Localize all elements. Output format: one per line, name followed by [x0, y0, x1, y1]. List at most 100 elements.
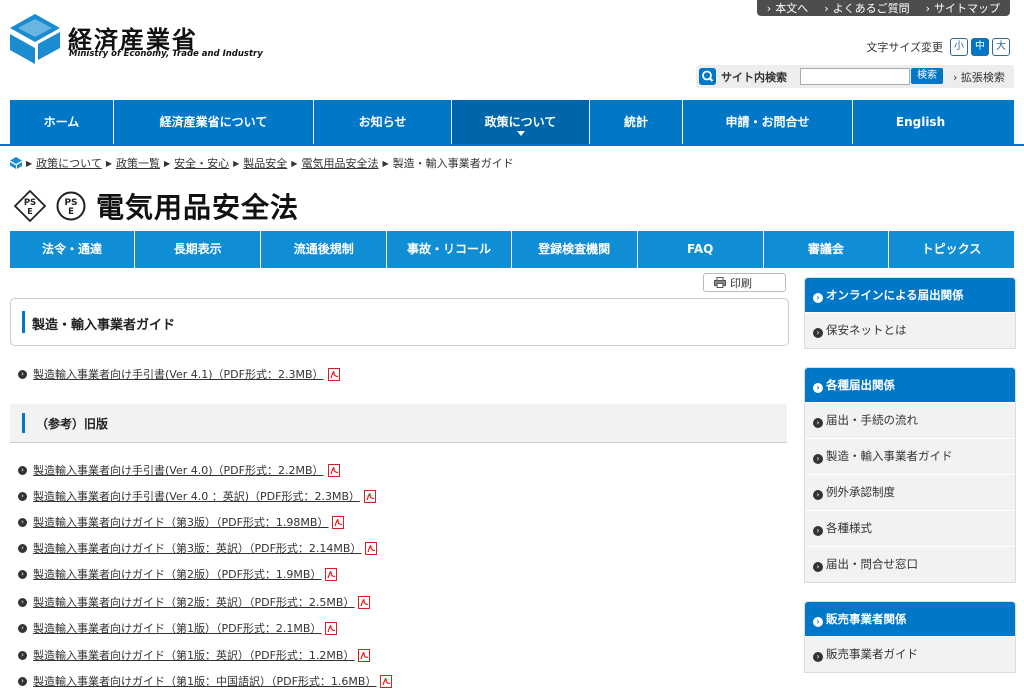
sub-nav: 法令・通達 長期表示 流通後規制 事故・リコール 登録検査機関 FAQ 審議会 … [10, 231, 1014, 268]
doc-link-old[interactable]: › 製造輸入事業者向けガイド（第1版）（PDF形式：2.1MB） [18, 620, 338, 636]
pdf-icon [364, 489, 376, 503]
subnav-topics[interactable]: トピックス [889, 231, 1014, 268]
sidebar-item[interactable]: › 販売事業者ガイド [805, 636, 1015, 672]
doc-link-text[interactable]: 製造輸入事業者向けガイド（第2版）（PDF形式：1.9MB） [33, 566, 321, 582]
sidebar-item-label: 販売事業者ガイド [826, 647, 918, 661]
doc-link-old[interactable]: › 製造輸入事業者向けガイド（第3版）（PDF形式：1.98MB） [18, 514, 345, 530]
breadcrumb: ▶ 政策について ▶ 政策一覧 ▶ 安全・安心 ▶ 製品安全 ▶ 電気用品安全法… [10, 155, 514, 171]
sidebar-item-label: 保安ネットとは [826, 323, 907, 337]
nav-policy[interactable]: 政策について [452, 100, 590, 145]
heading-accent-bar [22, 311, 25, 333]
sidebar-heading[interactable]: › オンラインによる届出関係 [805, 278, 1015, 312]
nav-statistics[interactable]: 統計 [590, 100, 683, 145]
doc-link-text[interactable]: 製造輸入事業者向けガイド（第3版：英訳）（PDF形式：2.14MB） [33, 540, 361, 556]
pdf-icon [365, 541, 378, 555]
pdf-icon [358, 648, 371, 662]
doc-link-old[interactable]: › 製造輸入事業者向けガイド（第2版）（PDF形式：1.9MB） [18, 566, 338, 582]
doc-link-text[interactable]: 製造輸入事業者向けガイド（第3版）（PDF形式：1.98MB） [33, 514, 328, 530]
doc-link-old[interactable]: › 製造輸入事業者向け手引書(Ver 4.0)（PDF形式：2.2MB） [18, 462, 340, 478]
subnav-accident-recall[interactable]: 事故・リコール [387, 231, 512, 268]
section-heading-text: 製造・輸入事業者ガイド [32, 318, 176, 333]
print-button[interactable]: 印刷 [703, 273, 786, 292]
nav-about[interactable]: 経済産業省について [114, 100, 314, 145]
page-title: 電気用品安全法 [96, 191, 300, 224]
sidebar-heading[interactable]: › 各種届出関係 [805, 368, 1015, 402]
sidebar-notifications-box: › 各種届出関係 › 届出・手続の流れ › 製造・輸入事業者ガイド › 例外承認制度 ›… [804, 367, 1016, 583]
pdf-icon [332, 515, 345, 529]
arrow-right-icon: › [813, 383, 823, 393]
breadcrumb-item[interactable]: 政策について [36, 155, 102, 171]
doc-link-old[interactable]: › 製造輸入事業者向け手引書(Ver 4.0 ：英訳)（PDF形式：2.3MB） [18, 488, 376, 504]
search-button[interactable]: 検索 [911, 68, 943, 84]
global-nav: ホーム 経済産業省について お知らせ 政策について 統計 申請・お問合せ Eng… [10, 100, 1014, 145]
section-heading: 製造・輸入事業者ガイド [10, 298, 789, 346]
nav-english[interactable]: English [853, 100, 988, 145]
sidebar-heading-text: 販売事業者関係 [826, 612, 907, 626]
bullet-arrow-icon: › [18, 597, 27, 607]
bullet-arrow-icon: › [18, 569, 27, 579]
site-search: サイト内検索 検索 › 拡張検索 [696, 65, 1014, 88]
sidebar-heading[interactable]: › 販売事業者関係 [805, 602, 1015, 636]
font-size-label: 文字サイズ変更 [866, 41, 943, 54]
pdf-icon [358, 595, 371, 609]
doc-link-current[interactable]: › 製造輸入事業者向け手引書(Ver 4.1)（PDF形式：2.3MB） [18, 366, 340, 382]
nav-applications[interactable]: 申請・お問合せ [683, 100, 853, 145]
sidebar-item[interactable]: › 例外承認制度 [805, 474, 1015, 510]
pse-diamond-mark-icon: PS E [14, 190, 46, 222]
doc-link-old[interactable]: › 製造輸入事業者向けガイド（第3版：英訳）（PDF形式：2.14MB） [18, 540, 378, 556]
subnav-post-distribution[interactable]: 流通後規制 [261, 231, 388, 268]
pdf-icon [380, 674, 393, 688]
heading-accent-bar [22, 413, 25, 433]
extended-search-link[interactable]: › 拡張検索 [953, 69, 1005, 85]
doc-link-old[interactable]: › 製造輸入事業者向けガイド（第2版：英訳）（PDF形式：2.5MB） [18, 594, 371, 610]
subnav-laws[interactable]: 法令・通達 [10, 231, 136, 268]
extended-search-label: 拡張検索 [960, 71, 1005, 84]
pdf-icon [325, 567, 338, 581]
subnav-inspection-bodies[interactable]: 登録検査機関 [512, 231, 638, 268]
doc-link-text[interactable]: 製造輸入事業者向けガイド（第1版：中国語訳）（PDF形式：1.6MB） [33, 673, 376, 689]
doc-link-old[interactable]: › 製造輸入事業者向けガイド（第1版：中国語訳）（PDF形式：1.6MB） [18, 673, 393, 689]
sidebar-item[interactable]: › 各種様式 [805, 510, 1015, 546]
nav-underline [0, 144, 1024, 146]
breadcrumb-separator: ▶ [233, 158, 240, 168]
doc-link-text[interactable]: 製造輸入事業者向け手引書(Ver 4.0 ：英訳)（PDF形式：2.3MB） [33, 488, 360, 504]
subnav-faq[interactable]: FAQ [638, 231, 764, 268]
breadcrumb-current: 製造・輸入事業者ガイド [392, 157, 514, 170]
search-input[interactable] [800, 68, 910, 85]
font-size-medium-button[interactable]: 中 [971, 38, 989, 56]
breadcrumb-separator: ▶ [105, 158, 112, 168]
breadcrumb-separator: ▶ [382, 158, 389, 168]
nav-home[interactable]: ホーム [10, 100, 114, 145]
sitemap-link[interactable]: サイトマップ [926, 0, 1000, 16]
home-logo-icon[interactable] [10, 157, 22, 169]
breadcrumb-item[interactable]: 電気用品安全法 [301, 155, 378, 171]
breadcrumb-item[interactable]: 政策一覧 [116, 155, 160, 171]
skip-to-content-link[interactable]: 本文へ [767, 0, 808, 16]
faq-link[interactable]: よくあるご質問 [824, 0, 910, 16]
font-size-large-button[interactable]: 大 [992, 38, 1010, 56]
subnav-council[interactable]: 審議会 [764, 231, 889, 268]
sidebar-item[interactable]: › 届出・手続の流れ [805, 402, 1015, 438]
doc-link-old[interactable]: › 製造輸入事業者向けガイド（第1版：英訳）（PDF形式：1.2MB） [18, 647, 371, 663]
breadcrumb-item[interactable]: 安全・安心 [174, 155, 229, 171]
doc-link-text[interactable]: 製造輸入事業者向け手引書(Ver 4.1)（PDF形式：2.3MB） [33, 366, 324, 382]
doc-link-text[interactable]: 製造輸入事業者向けガイド（第1版）（PDF形式：2.1MB） [33, 620, 321, 636]
bullet-arrow-icon: › [18, 517, 27, 527]
subnav-long-term-display[interactable]: 長期表示 [135, 231, 262, 268]
bullet-arrow-icon: › [18, 491, 27, 501]
sidebar-item[interactable]: › 保安ネットとは [805, 312, 1015, 348]
sidebar-sales-box: › 販売事業者関係 › 販売事業者ガイド [804, 601, 1016, 673]
sidebar-item[interactable]: › 届出・問合せ窓口 [805, 546, 1015, 582]
meti-logo-icon[interactable] [10, 14, 60, 64]
doc-link-text[interactable]: 製造輸入事業者向け手引書(Ver 4.0)（PDF形式：2.2MB） [33, 462, 324, 478]
arrow-right-icon: › [813, 617, 823, 627]
nav-news[interactable]: お知らせ [314, 100, 452, 145]
font-size-small-button[interactable]: 小 [950, 38, 968, 56]
pdf-icon [327, 463, 340, 477]
breadcrumb-item[interactable]: 製品安全 [243, 155, 287, 171]
arrow-right-icon: › [813, 490, 823, 500]
doc-link-text[interactable]: 製造輸入事業者向けガイド（第1版：英訳）（PDF形式：1.2MB） [33, 647, 354, 663]
arrow-right-icon: › [813, 328, 823, 338]
doc-link-text[interactable]: 製造輸入事業者向けガイド（第2版：英訳）（PDF形式：2.5MB） [33, 594, 354, 610]
sidebar-item[interactable]: › 製造・輸入事業者ガイド [805, 438, 1015, 474]
